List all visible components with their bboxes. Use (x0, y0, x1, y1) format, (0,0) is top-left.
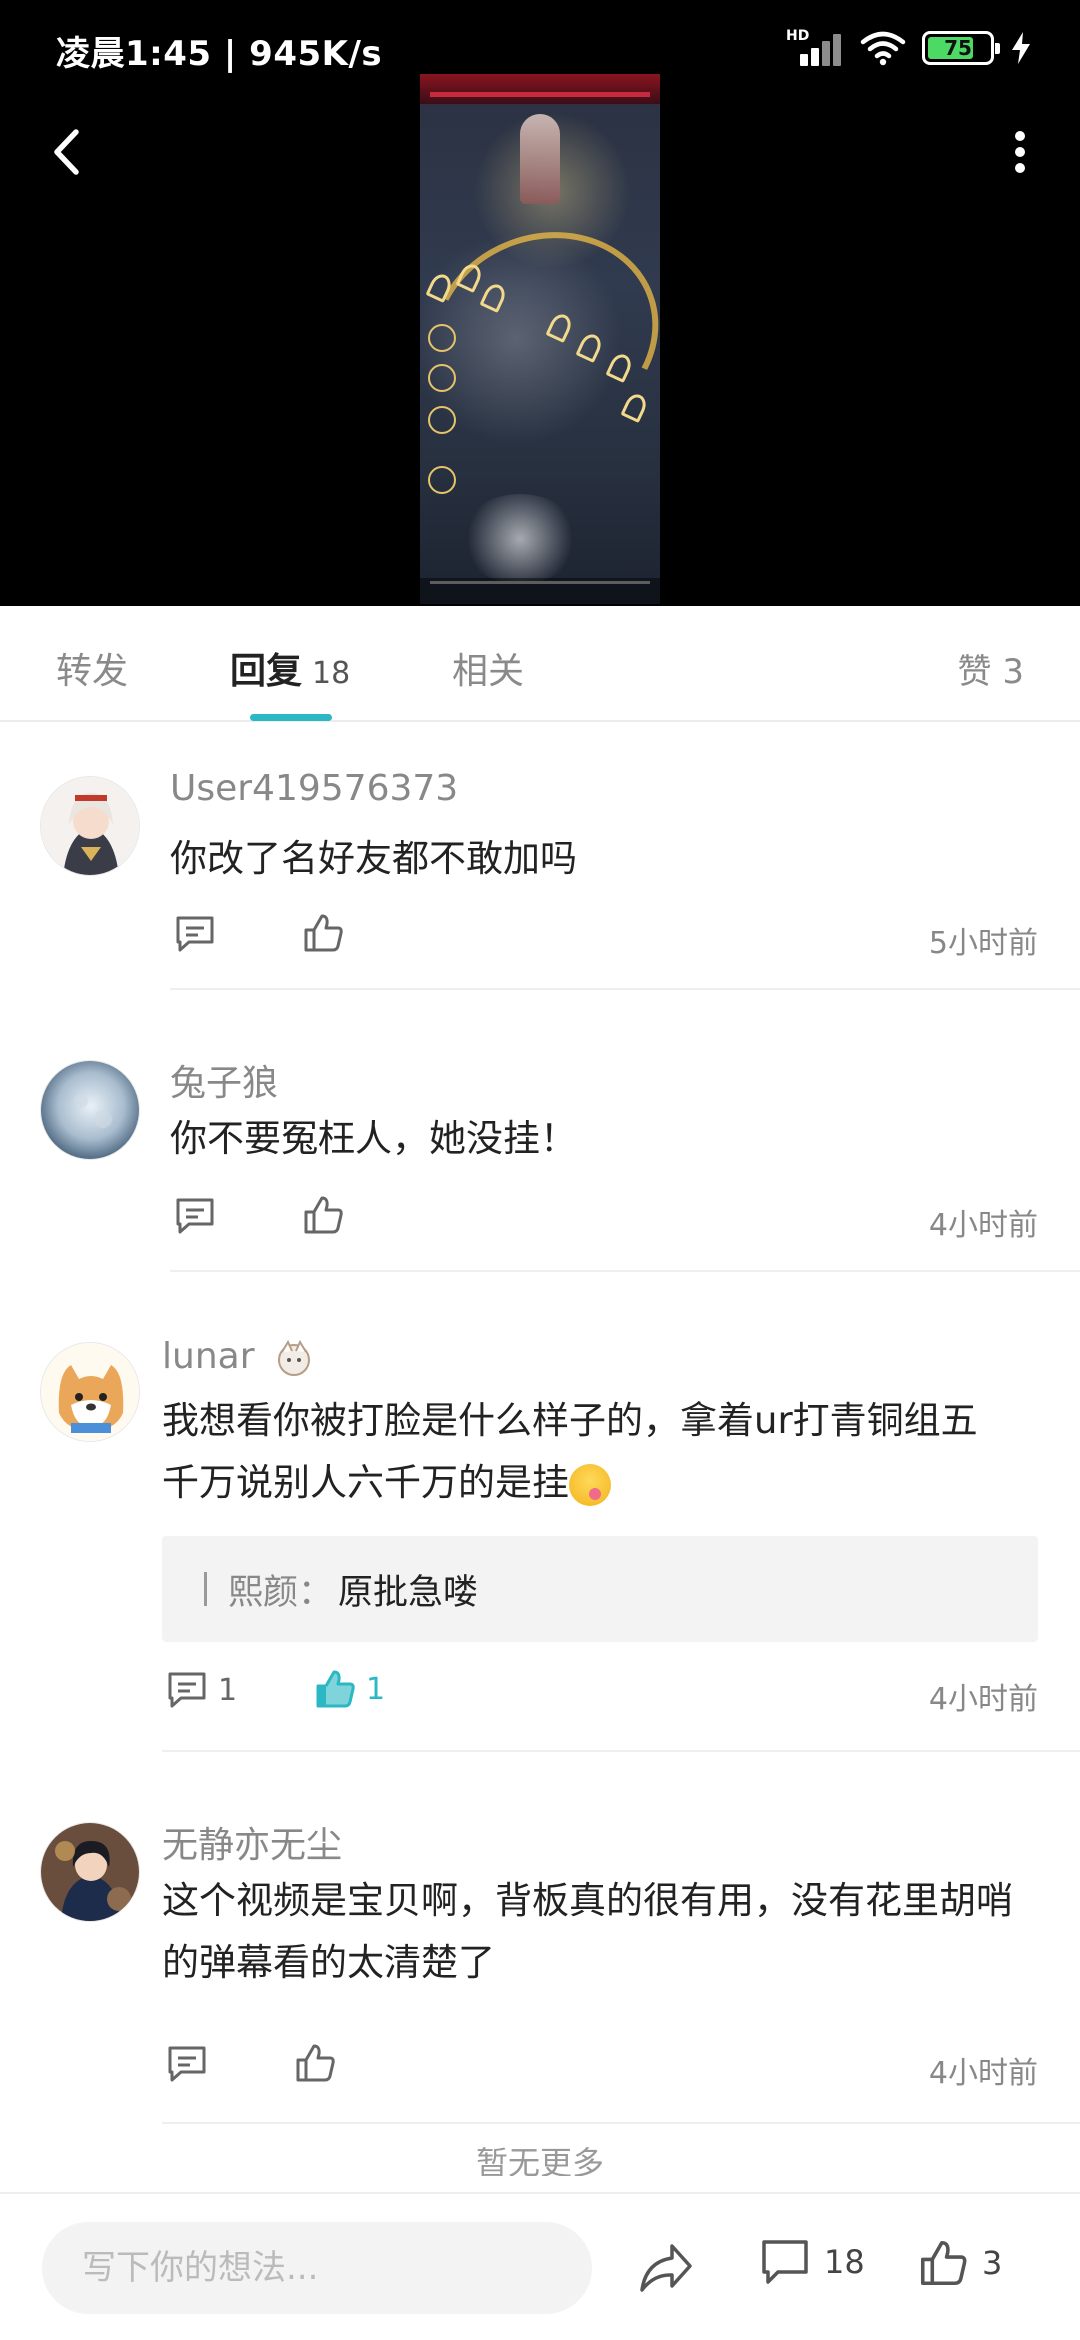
tab-related[interactable]: 相关 (452, 642, 524, 694)
quote-author: 熙颜： (228, 1564, 333, 1615)
share-icon (640, 2244, 692, 2292)
reply-button[interactable] (174, 1196, 216, 1236)
thumbs-up-icon (304, 914, 343, 952)
share-button[interactable] (636, 2240, 696, 2296)
comment-item: 兔子狼 你不要冤枉人，她没挂！ 4小时前 (0, 990, 1080, 1272)
like-button[interactable] (302, 1194, 344, 1236)
reply-count: 1 (218, 1672, 238, 1708)
reply-icon (168, 2046, 206, 2082)
like-button[interactable] (302, 912, 344, 954)
comment-text: 你改了名好友都不敢加吗 (170, 837, 577, 880)
video-frame[interactable] (420, 74, 660, 604)
reply-icon (176, 916, 214, 952)
avatar[interactable] (40, 1342, 140, 1442)
comment-text-line: 千万说别人六千万的是挂 (162, 1452, 1062, 1514)
battery-icon: 75 (922, 31, 1000, 65)
status-icons: HD 75 (786, 26, 1032, 70)
likes-count: 3 (1002, 652, 1024, 692)
tab-label: 回复 (230, 651, 303, 692)
wifi-icon (860, 31, 906, 66)
reply-icon (176, 1198, 214, 1234)
tab-label: 转发 (56, 651, 129, 692)
thumbs-up-icon (920, 2240, 967, 2286)
comment-text: 我想看你被打脸是什么样子的，拿着ur打青铜组五 千万说别人六千万的是挂 (162, 1390, 1062, 1514)
timestamp: 4小时前 (928, 1208, 1038, 1243)
quote-separator: ： (298, 1573, 334, 1613)
reply-icon (168, 1672, 206, 1708)
hd-label: HD (786, 28, 810, 44)
quoted-reply[interactable]: 熙颜： 原批急喽 (162, 1536, 1038, 1642)
timestamp: 4小时前 (928, 1682, 1038, 1717)
signal-icon: HD (786, 28, 844, 68)
comment-count: 18 (824, 2243, 865, 2281)
tab-forward[interactable]: 转发 (56, 642, 128, 694)
more-button[interactable] (990, 116, 1050, 188)
tab-label: 相关 (452, 651, 525, 692)
username[interactable]: 无静亦无尘 (162, 1816, 342, 1868)
status-time-speed: 凌晨1:45 | 945K/s (56, 34, 383, 74)
back-button[interactable] (36, 116, 96, 188)
comment-text-line: 的弹幕看的太清楚了 (162, 1941, 495, 1984)
timestamp: 5小时前 (928, 926, 1038, 961)
comment-icon (762, 2240, 808, 2284)
comment-text-line: 这个视频是宝贝啊，背板真的很有用，没有花里胡哨 (162, 1879, 1013, 1922)
comment-input[interactable] (42, 2222, 592, 2314)
quote-bar (204, 1572, 207, 1606)
timestamp: 4小时前 (928, 2056, 1038, 2091)
tab-indicator (250, 714, 332, 721)
reply-button[interactable]: 1 (166, 1670, 237, 1710)
battery-level: 75 (944, 36, 972, 60)
quote-text: 原批急喽 (338, 1573, 479, 1613)
thumbs-up-icon (304, 1196, 343, 1234)
bottom-bar: 18 3 (0, 2192, 1080, 2340)
back-arrow-icon (54, 129, 79, 175)
quote-author-name: 熙颜 (228, 1573, 299, 1613)
reply-button[interactable] (166, 2044, 208, 2084)
like-post-button[interactable]: 3 (918, 2238, 1002, 2288)
username[interactable]: 兔子狼 (170, 1054, 278, 1106)
tab-likes[interactable]: 赞 3 (958, 644, 1024, 693)
thumbs-up-icon (296, 2044, 335, 2082)
comment-text: 你不要冤枉人，她没挂！ (170, 1117, 577, 1160)
like-count: 3 (982, 2244, 1003, 2282)
username[interactable]: lunar (162, 1336, 316, 1378)
comment-item: 无静亦无尘 这个视频是宝贝啊，背板真的很有用，没有花里胡哨 的弹幕看的太清楚了 … (0, 1752, 1080, 2126)
like-button[interactable]: 1 (314, 1668, 385, 1710)
avatar[interactable] (40, 1822, 140, 1922)
avatar[interactable] (40, 776, 140, 876)
like-count: 1 (366, 1671, 386, 1707)
video-player[interactable]: 凌晨1:45 | 945K/s HD 75 (0, 0, 1080, 606)
tab-count: 18 (312, 656, 351, 691)
comment-text-fragment: 千万说别人六千万的是挂 (162, 1461, 569, 1504)
tab-replies[interactable]: 回复 18 (230, 642, 350, 694)
comment-item: lunar 我想看你被打脸是什么样子的，拿着ur打青铜组五 千万说别人六千万的是… (0, 1272, 1080, 1752)
username-text: lunar (162, 1336, 255, 1377)
comments-button[interactable]: 18 (760, 2238, 865, 2286)
comment-text: 这个视频是宝贝啊，背板真的很有用，没有花里胡哨 的弹幕看的太清楚了 (162, 1870, 1062, 1994)
charging-icon (1012, 32, 1030, 64)
more-vertical-icon (1015, 131, 1025, 173)
yum-emoji-icon (569, 1463, 611, 1506)
reply-button[interactable] (174, 914, 216, 954)
like-button[interactable] (294, 2042, 336, 2084)
no-more-hint: 暂无更多 (475, 2144, 604, 2176)
likes-label: 赞 (957, 652, 992, 692)
tab-bar: 转发 回复 18 相关 赞 3 (0, 606, 1080, 722)
avatar[interactable] (40, 1060, 140, 1160)
thumbs-up-icon (316, 1670, 355, 1708)
comment-item: User419576373 你改了名好友都不敢加吗 5小时前 (0, 724, 1080, 990)
username[interactable]: User419576373 (170, 768, 458, 809)
comment-text-line: 我想看你被打脸是什么样子的，拿着ur打青铜组五 (162, 1399, 978, 1442)
divider (162, 2122, 1080, 2124)
user-badge-icon (277, 1339, 310, 1376)
